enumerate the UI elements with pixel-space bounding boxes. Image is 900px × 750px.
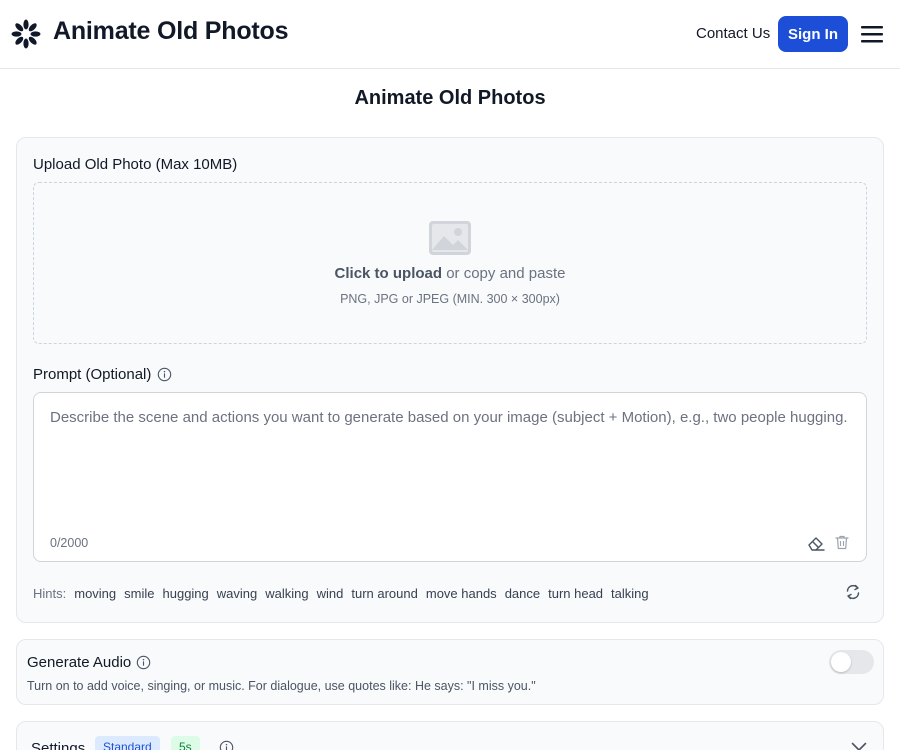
prompt-box: 0/2000 (33, 392, 867, 562)
hint-chip[interactable]: talking (611, 586, 649, 601)
prompt-label: Prompt (Optional) (33, 366, 152, 383)
image-placeholder-icon (429, 221, 471, 255)
hint-chip[interactable]: smile (124, 586, 154, 601)
page-title: Animate Old Photos (354, 87, 546, 109)
hint-chip[interactable]: wind (317, 586, 344, 601)
settings-title: Settings (31, 740, 86, 750)
hints-label: Hints: (33, 585, 67, 601)
settings-card[interactable]: Settings Standard 5s (16, 721, 884, 750)
sign-in-button[interactable]: Sign In (778, 16, 848, 52)
photo-dropzone[interactable]: Click to upload or copy and paste PNG, J… (33, 182, 867, 344)
generate-audio-card: Generate Audio Turn on to add voice, sin… (16, 639, 884, 705)
hints-row: Hints: moving smile hugging waving walki… (33, 584, 657, 602)
info-icon[interactable] (219, 740, 234, 750)
info-icon[interactable] (136, 655, 151, 670)
generate-audio-title: Generate Audio (27, 654, 132, 671)
hamburger-menu-icon[interactable] (860, 22, 884, 46)
upload-label: Upload Old Photo (Max 10MB) (33, 156, 238, 173)
contact-us-link[interactable]: Contact Us (696, 25, 770, 42)
hint-chip[interactable]: turn head (548, 586, 603, 601)
hint-chip[interactable]: walking (265, 586, 308, 601)
dropzone-instruction: Click to upload or copy and paste (34, 265, 866, 282)
flower-logo-icon[interactable] (11, 19, 41, 49)
chevron-down-icon[interactable] (851, 742, 867, 750)
quality-badge: Standard (95, 736, 160, 750)
hint-chip[interactable]: dance (505, 586, 540, 601)
info-icon[interactable] (157, 367, 172, 382)
dropzone-formats: PNG, JPG or JPEG (MIN. 300 × 300px) (340, 292, 560, 306)
duration-badge: 5s (171, 736, 200, 750)
eraser-icon[interactable] (806, 534, 826, 552)
toggle-knob (831, 652, 851, 672)
character-counter: 0/2000 (50, 536, 89, 550)
hint-chip[interactable]: waving (217, 586, 257, 601)
hint-chip[interactable]: moving (74, 586, 116, 601)
click-to-upload-text[interactable]: Click to upload (335, 265, 443, 282)
hint-chip[interactable]: hugging (163, 586, 209, 601)
hint-chip[interactable]: move hands (426, 586, 497, 601)
trash-icon[interactable] (835, 535, 849, 550)
top-header: Animate Old Photos Contact Us Sign In (0, 0, 900, 69)
refresh-hints-icon[interactable] (845, 583, 861, 601)
prompt-textarea[interactable] (50, 409, 856, 519)
upload-card: Upload Old Photo (Max 10MB) Click to upl… (16, 137, 884, 623)
hint-chip[interactable]: turn around (351, 586, 418, 601)
generate-audio-description: Turn on to add voice, singing, or music.… (27, 679, 536, 693)
copy-paste-text: or copy and paste (442, 265, 566, 282)
generate-audio-toggle[interactable] (829, 650, 874, 674)
brand-name[interactable]: Animate Old Photos (53, 17, 289, 46)
